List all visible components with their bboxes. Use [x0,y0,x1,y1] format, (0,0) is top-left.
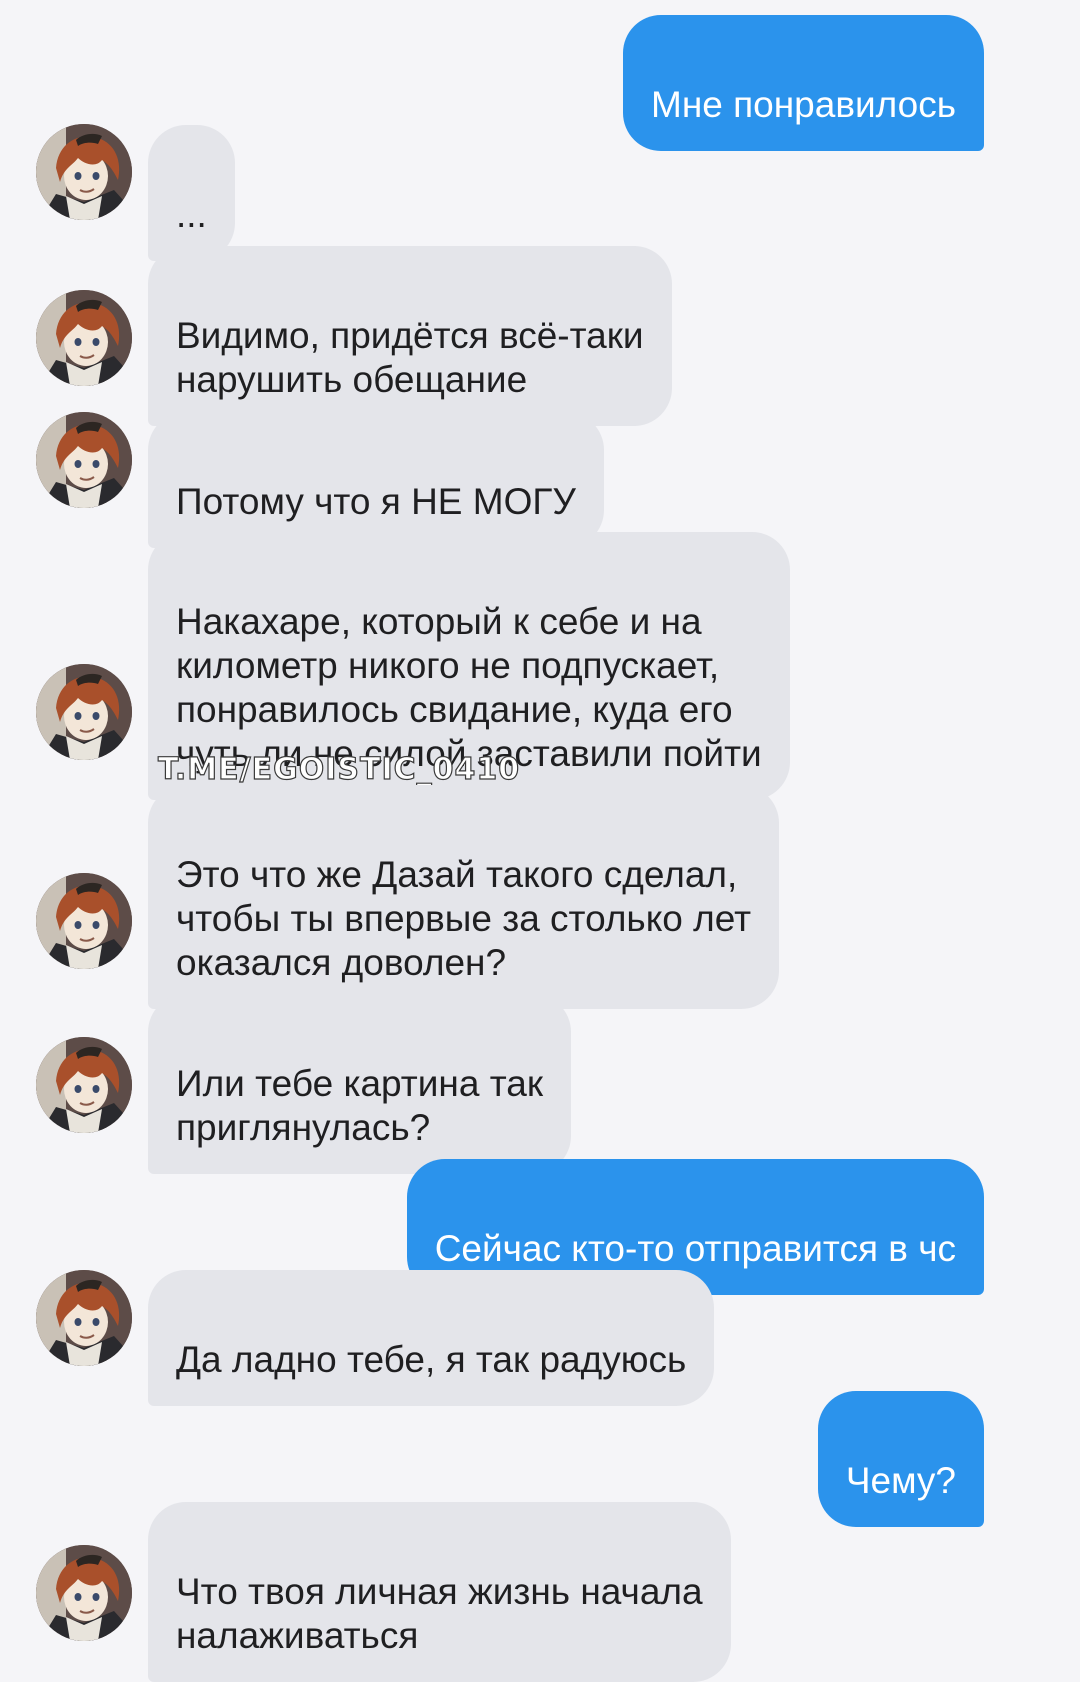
contact-avatar[interactable] [36,664,132,760]
contact-avatar[interactable] [36,1545,132,1641]
message-text: Чему? [845,1460,956,1501]
contact-avatar[interactable] [36,412,132,508]
watermark-text: T.ME/EGOISTIC_0410 [157,752,521,787]
message-text: Накахаре, который к себе и на километр н… [176,601,762,774]
message-text: Сейчас кто-то отправится в чс [434,1228,956,1269]
message-bubble-incoming[interactable]: Это что же Дазай такого сделал, чтобы ты… [148,785,780,1009]
message-bubble-outgoing[interactable]: Мне понравилось [623,15,984,151]
contact-avatar[interactable] [36,124,132,220]
contact-avatar[interactable] [36,873,132,969]
message-text: Или тебе картина так приглянулась? [176,1063,544,1148]
message-text: Это что же Дазай такого сделал, чтобы ты… [176,854,752,983]
message-text: Мне понравилось [651,84,956,125]
contact-avatar[interactable] [36,1037,132,1133]
message-text: Да ладно тебе, я так радуюсь [176,1339,687,1380]
message-bubble-incoming[interactable]: Потому что я НЕ МОГУ [148,412,604,548]
message-bubble-outgoing[interactable]: Чему? [817,1391,984,1527]
message-text: Потому что я НЕ МОГУ [176,481,576,522]
message-bubble-incoming[interactable]: Что твоя личная жизнь начала налаживатьс… [148,1502,731,1682]
chat-thread: Мне понравилось ... Видимо, придётся всё… [0,0,1080,1682]
message-text: ... [176,194,207,235]
message-bubble-incoming[interactable]: Да ладно тебе, я так радуюсь [148,1270,715,1406]
contact-avatar[interactable] [36,290,132,386]
message-bubble-incoming[interactable]: ... [148,125,235,261]
message-bubble-incoming[interactable]: Видимо, придётся всё-таки нарушить обеща… [148,246,672,426]
message-bubble-incoming[interactable]: Или тебе картина так приглянулась? [148,994,572,1174]
message-text: Видимо, придётся всё-таки нарушить обеща… [176,315,644,400]
contact-avatar[interactable] [36,1270,132,1366]
message-text: Что твоя личная жизнь начала налаживатьс… [176,1571,703,1656]
